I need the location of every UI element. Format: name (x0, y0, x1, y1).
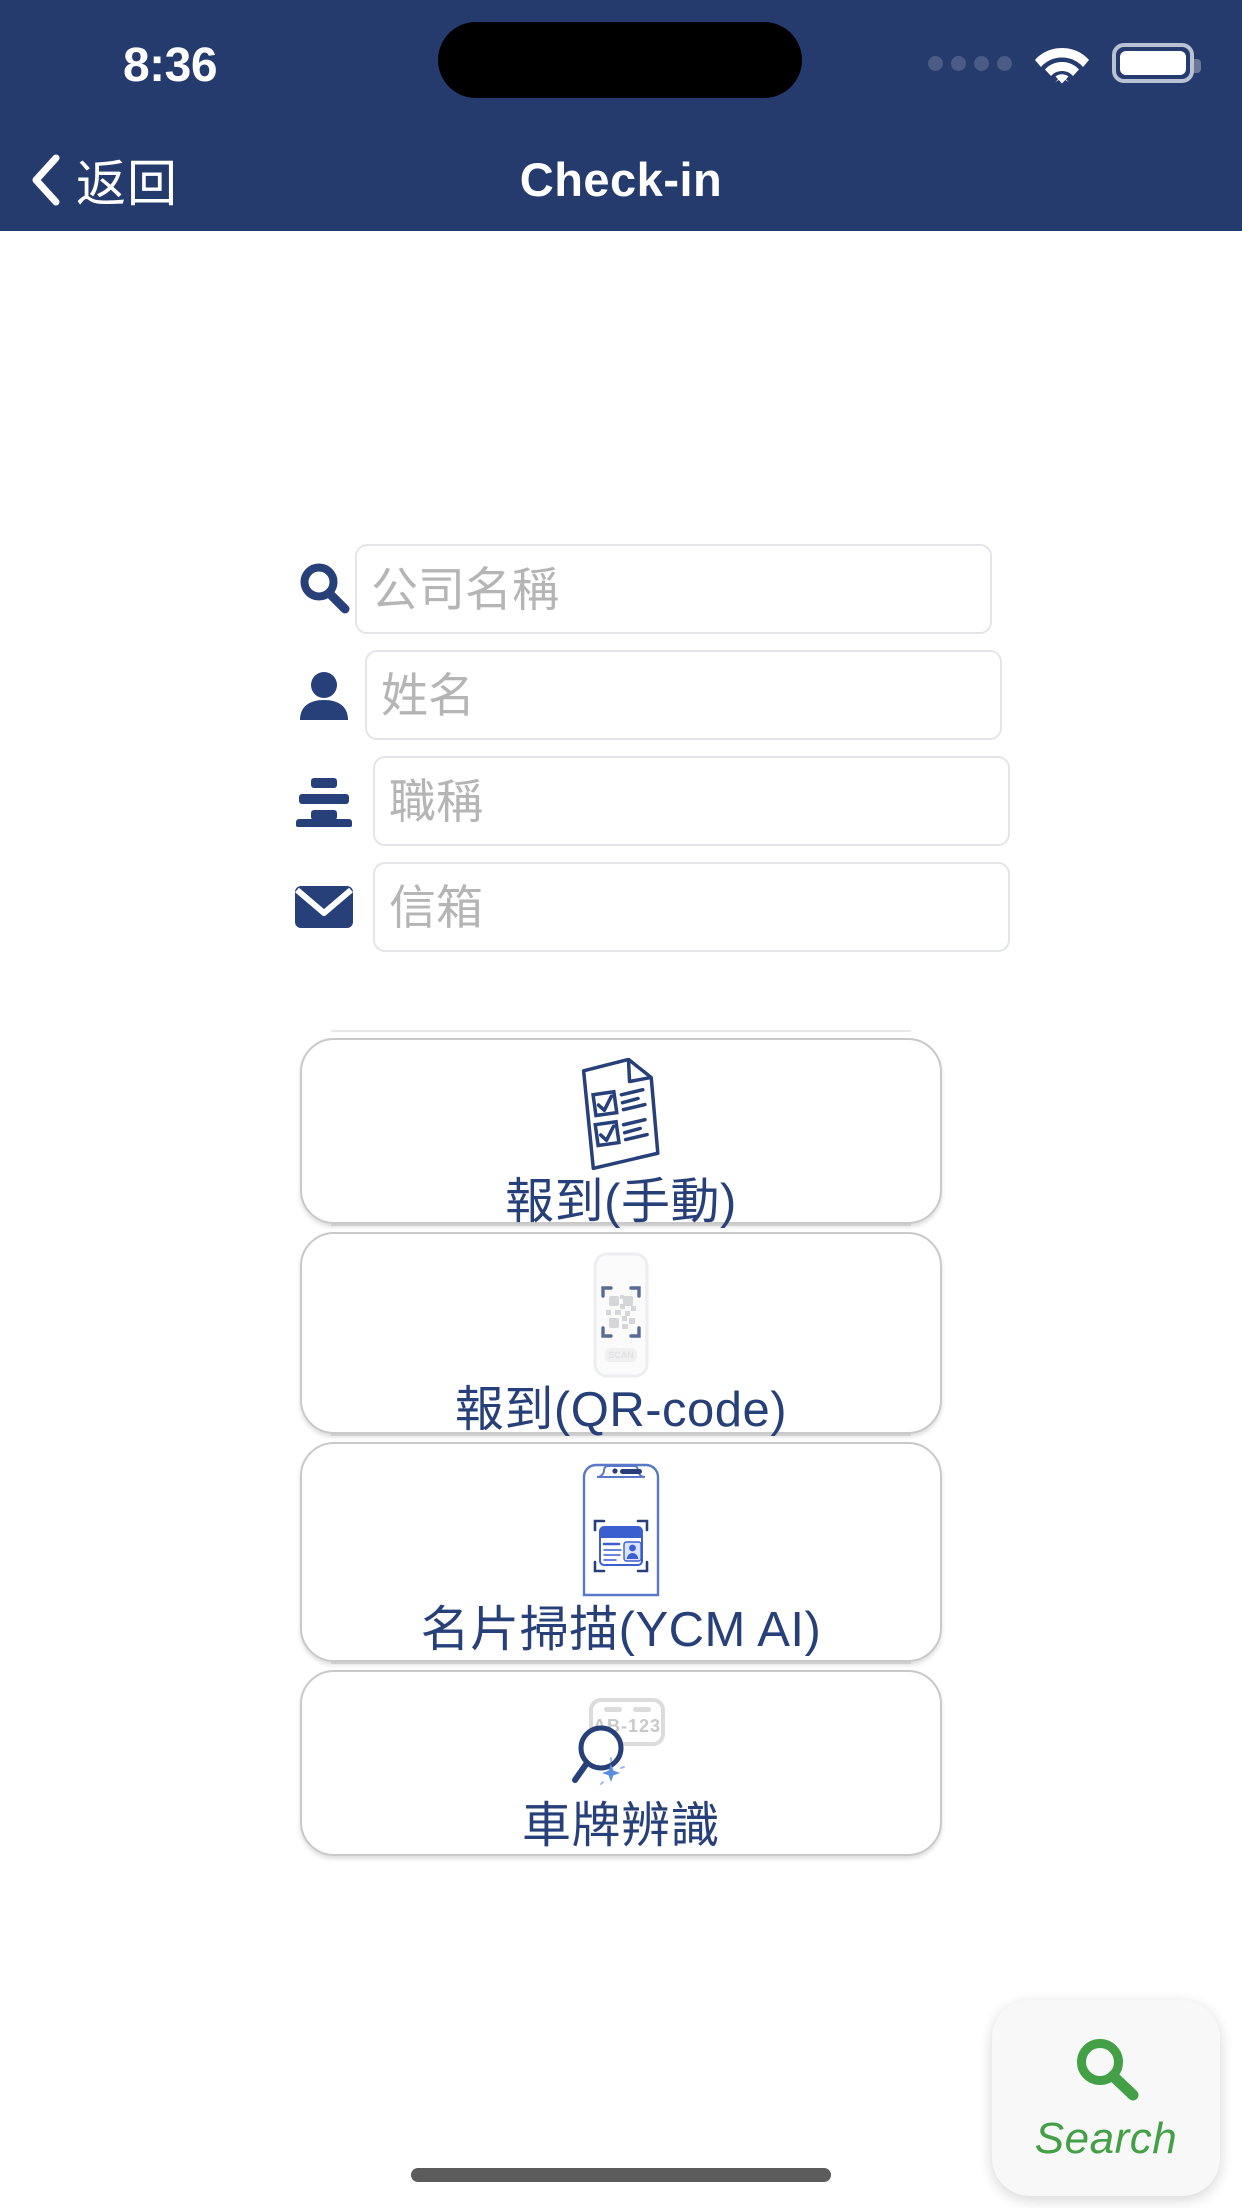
wifi-icon (1034, 42, 1090, 84)
home-indicator[interactable] (411, 2168, 831, 2182)
separator (331, 1030, 911, 1032)
business-card-scan-label: 名片掃描(YCM AI) (420, 1603, 822, 1657)
phone-screen: 8:36 返回 Check-in 公司名稱 姓名 職稱 信箱 報到(手動) SC… (0, 0, 1242, 2208)
checkin-qrcode-button[interactable]: SCAN 報到(QR-code) (300, 1232, 942, 1437)
license-plate-label: 車牌辨識 (521, 1799, 720, 1853)
envelope-icon (293, 876, 355, 938)
job-title-input[interactable] (373, 756, 1010, 846)
status-bar: 8:36 (0, 0, 1242, 128)
person-icon (293, 664, 355, 726)
separator (331, 1662, 911, 1664)
company-name-input[interactable] (355, 544, 992, 634)
qr-scan-caption: SCAN (608, 1350, 634, 1360)
person-name-input[interactable] (365, 650, 1002, 740)
checkin-qrcode-label: 報到(QR-code) (454, 1383, 788, 1437)
field-row-email (0, 854, 1242, 960)
qr-scan-phone-icon: SCAN (573, 1252, 669, 1378)
checkin-manual-label: 報到(手動) (505, 1175, 737, 1229)
text-lines-icon (293, 770, 355, 832)
business-card-scan-button[interactable]: 名片掃描(YCM AI) (300, 1442, 942, 1662)
checkin-manual-button[interactable]: 報到(手動) (300, 1038, 942, 1228)
action-buttons: 報到(手動) SCAN 報到(QR-code) 名片掃描(YCM AI) AB-… (0, 1030, 1242, 1856)
field-row-name (0, 642, 1242, 748)
status-bar-time: 8:36 (122, 39, 218, 92)
search-floating-button[interactable]: Search (992, 2000, 1220, 2196)
license-plate-button[interactable]: AB-123 車牌辨識 (300, 1670, 942, 1856)
status-bar-indicators (928, 42, 1201, 84)
email-input[interactable] (373, 862, 1010, 952)
battery-full-icon (1112, 43, 1201, 83)
search-floating-button-label: Search (1034, 2113, 1178, 2163)
page-title: Check-in (519, 153, 723, 206)
signal-dots-icon (928, 55, 1012, 71)
field-row-company (0, 536, 1242, 642)
business-card-scan-phone-icon (563, 1462, 679, 1598)
dynamic-island (438, 22, 802, 98)
search-icon (1069, 2033, 1143, 2112)
field-row-job-title (0, 748, 1242, 854)
checkin-form (0, 536, 1242, 960)
checklist-document-icon (570, 1058, 672, 1170)
search-icon (293, 558, 355, 620)
nav-bar: 返回 Check-in (0, 128, 1242, 231)
license-plate-search-icon: AB-123 (563, 1690, 679, 1794)
